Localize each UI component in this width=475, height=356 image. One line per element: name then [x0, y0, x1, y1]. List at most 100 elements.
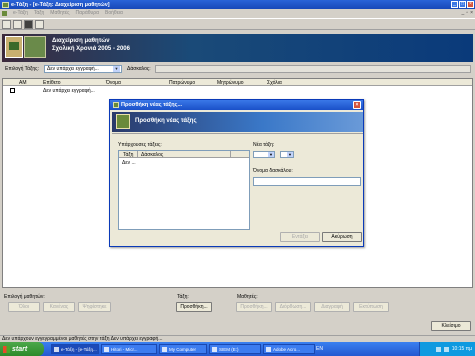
teacher-label: Δάσκαλος:: [127, 66, 151, 72]
teacher-name-label: Όνομα δασκάλου:: [253, 168, 293, 174]
task-my-computer[interactable]: My Computer: [159, 344, 207, 354]
dialog-app-icon: [113, 102, 119, 108]
dialog-banner-icon: [116, 114, 130, 129]
existing-classes-list[interactable]: Τάξη Δάσκαλος Δεν ...: [118, 150, 250, 230]
dialog-separator: [112, 133, 363, 134]
list-item[interactable]: Δεν ...: [122, 160, 136, 166]
task-label: My Computer: [169, 346, 197, 352]
class-select[interactable]: Δεν υπάρχει εγγραφή... ▼: [44, 65, 122, 73]
task-icon: [54, 346, 59, 352]
menu-item-class[interactable]: Τάξη: [34, 10, 44, 16]
close-button[interactable]: ×: [467, 1, 474, 8]
toolbar-print-icon[interactable]: [35, 19, 44, 29]
mdi-close-button[interactable]: ×: [470, 10, 473, 16]
col-surname[interactable]: Επίθετο: [43, 80, 61, 86]
mdi-restore-button[interactable]: ▫: [466, 10, 468, 16]
task-icon: [212, 346, 217, 352]
task-label: Hitori - Micr...: [111, 346, 138, 352]
toolbar-students-icon[interactable]: [24, 19, 33, 29]
teacher-name-input[interactable]: [253, 177, 361, 186]
toolbar-class-icon[interactable]: [13, 19, 22, 29]
list-col-class[interactable]: Τάξη: [123, 152, 133, 158]
cancel-button[interactable]: Ακύρωση: [322, 232, 362, 242]
task-label: e-Τάξη - [e-Τάξη...: [61, 346, 97, 352]
language-indicator[interactable]: EN: [316, 346, 323, 352]
clock[interactable]: 10:15 πμ: [452, 346, 472, 352]
chevron-down-icon[interactable]: ▼: [287, 152, 293, 157]
column-divider[interactable]: [230, 151, 231, 158]
task-label: Adobe Acro...: [273, 346, 301, 352]
col-father[interactable]: Πατρώνυμο: [169, 80, 195, 86]
col-name[interactable]: Όνομα: [106, 80, 121, 86]
ok-button[interactable]: Εντάξει: [280, 232, 320, 242]
task-icon: [162, 346, 167, 352]
menu-item-students[interactable]: Μαθητές: [50, 10, 69, 16]
mdi-app-icon[interactable]: [2, 10, 7, 16]
maximize-button[interactable]: □: [459, 1, 466, 8]
add-student-button[interactable]: Προσθήκη...: [236, 302, 272, 312]
col-am[interactable]: ΑΜ: [19, 80, 27, 86]
banner-subtitle: Σχολική Χρονιά 2005 - 2006: [52, 46, 130, 52]
window-title-bar[interactable]: e-Τάξη - [e-Τάξη: Διαχείριση μαθητών] _ …: [0, 0, 475, 9]
new-class-label: Νέα τάξη:: [253, 142, 275, 148]
edit-student-button[interactable]: Διόρθωση...: [275, 302, 311, 312]
delete-student-button[interactable]: Διαγραφή: [314, 302, 350, 312]
dialog-close-icon[interactable]: ×: [353, 101, 361, 109]
dialog-banner-title: Προσθήκη νέας τάξης: [135, 118, 197, 124]
dialog-title: Προσθήκη νέας τάξης...: [121, 102, 183, 108]
window-controls: _ □ ×: [451, 1, 474, 8]
windows-logo-icon: [3, 345, 10, 353]
col-mother[interactable]: Μητρώνυμο: [217, 80, 244, 86]
close-window-button[interactable]: Κλείσιμο: [431, 321, 471, 331]
status-bar: Δεν υπάρχουν εγγεγραμμένοι μαθητές στην …: [0, 335, 475, 342]
tray-volume-icon[interactable]: [443, 346, 449, 352]
teacher-field: [155, 65, 471, 73]
chevron-down-icon[interactable]: ▼: [268, 152, 274, 157]
class-select-value: Δεν υπάρχει εγγραφή...: [47, 66, 99, 72]
mdi-controls: _ ▫ ×: [462, 10, 473, 16]
select-voted-button[interactable]: Ψηφίστηκε: [78, 302, 111, 312]
toolbar-new-icon[interactable]: [2, 19, 11, 29]
select-none-button[interactable]: Κανένας: [43, 302, 75, 312]
select-all-button[interactable]: Όλοι: [8, 302, 40, 312]
toolbar: [0, 18, 475, 30]
task-hitori[interactable]: Hitori - Micr...: [101, 344, 157, 354]
window-title: e-Τάξη - [e-Τάξη: Διαχείριση μαθητών]: [11, 1, 110, 8]
print-student-button[interactable]: Εκτύπωση: [353, 302, 389, 312]
students-table-header: ΑΜ Επίθετο Όνομα Πατρώνυμο Μητρώνυμο Σχό…: [3, 79, 472, 86]
taskbar: start e-Τάξη - [e-Τάξη... Hitori - Micr.…: [0, 342, 475, 356]
students-group-label: Μαθητές:: [237, 294, 258, 300]
task-adobe[interactable]: Adobe Acro...: [263, 344, 315, 354]
system-tray: 10:15 πμ: [419, 342, 475, 356]
start-label: start: [12, 345, 28, 353]
tray-network-icon[interactable]: [435, 346, 441, 352]
row-checkbox[interactable]: [10, 88, 15, 93]
menu-bar: e-Τάξη Τάξη Μαθητές Παράθυρα Βοήθεια: [0, 9, 475, 17]
task-etaxi[interactable]: e-Τάξη - [e-Τάξη...: [51, 344, 99, 354]
existing-classes-header: Τάξη Δάσκαλος: [119, 151, 249, 158]
add-class-button[interactable]: Προσθήκη...: [176, 302, 212, 312]
menu-item-windows[interactable]: Παράθυρα: [76, 10, 100, 16]
task-icon: [266, 346, 271, 352]
banner-logo-icon: [5, 36, 23, 58]
class-section-select[interactable]: ▼: [280, 151, 294, 158]
class-grade-select[interactable]: ▼: [253, 151, 275, 158]
menu-item-help[interactable]: Βοήθεια: [105, 10, 123, 16]
class-group-label: Τάξη:: [177, 294, 189, 300]
column-divider[interactable]: [137, 151, 138, 158]
mdi-minimize-button[interactable]: _: [462, 10, 465, 16]
list-col-teacher[interactable]: Δάσκαλος: [141, 152, 163, 158]
app-icon: [2, 1, 9, 8]
row-surname: Δεν υπάρχει εγγραφή...: [43, 88, 95, 94]
task-icon: [104, 346, 109, 352]
minimize-button[interactable]: _: [451, 1, 458, 8]
task-siem[interactable]: SIEM (E:): [209, 344, 261, 354]
banner-title: Διαχείριση μαθητών: [52, 38, 110, 44]
menu-item-etaxi[interactable]: e-Τάξη: [13, 10, 28, 16]
start-button[interactable]: start: [0, 342, 44, 356]
add-class-dialog: Προσθήκη νέας τάξης... × Προσθήκη νέας τ…: [109, 99, 364, 247]
chevron-down-icon[interactable]: ▼: [113, 66, 120, 72]
dialog-title-bar[interactable]: Προσθήκη νέας τάξης... ×: [110, 100, 363, 110]
col-comments[interactable]: Σχόλια: [267, 80, 282, 86]
task-label: SIEM (E:): [219, 346, 239, 352]
